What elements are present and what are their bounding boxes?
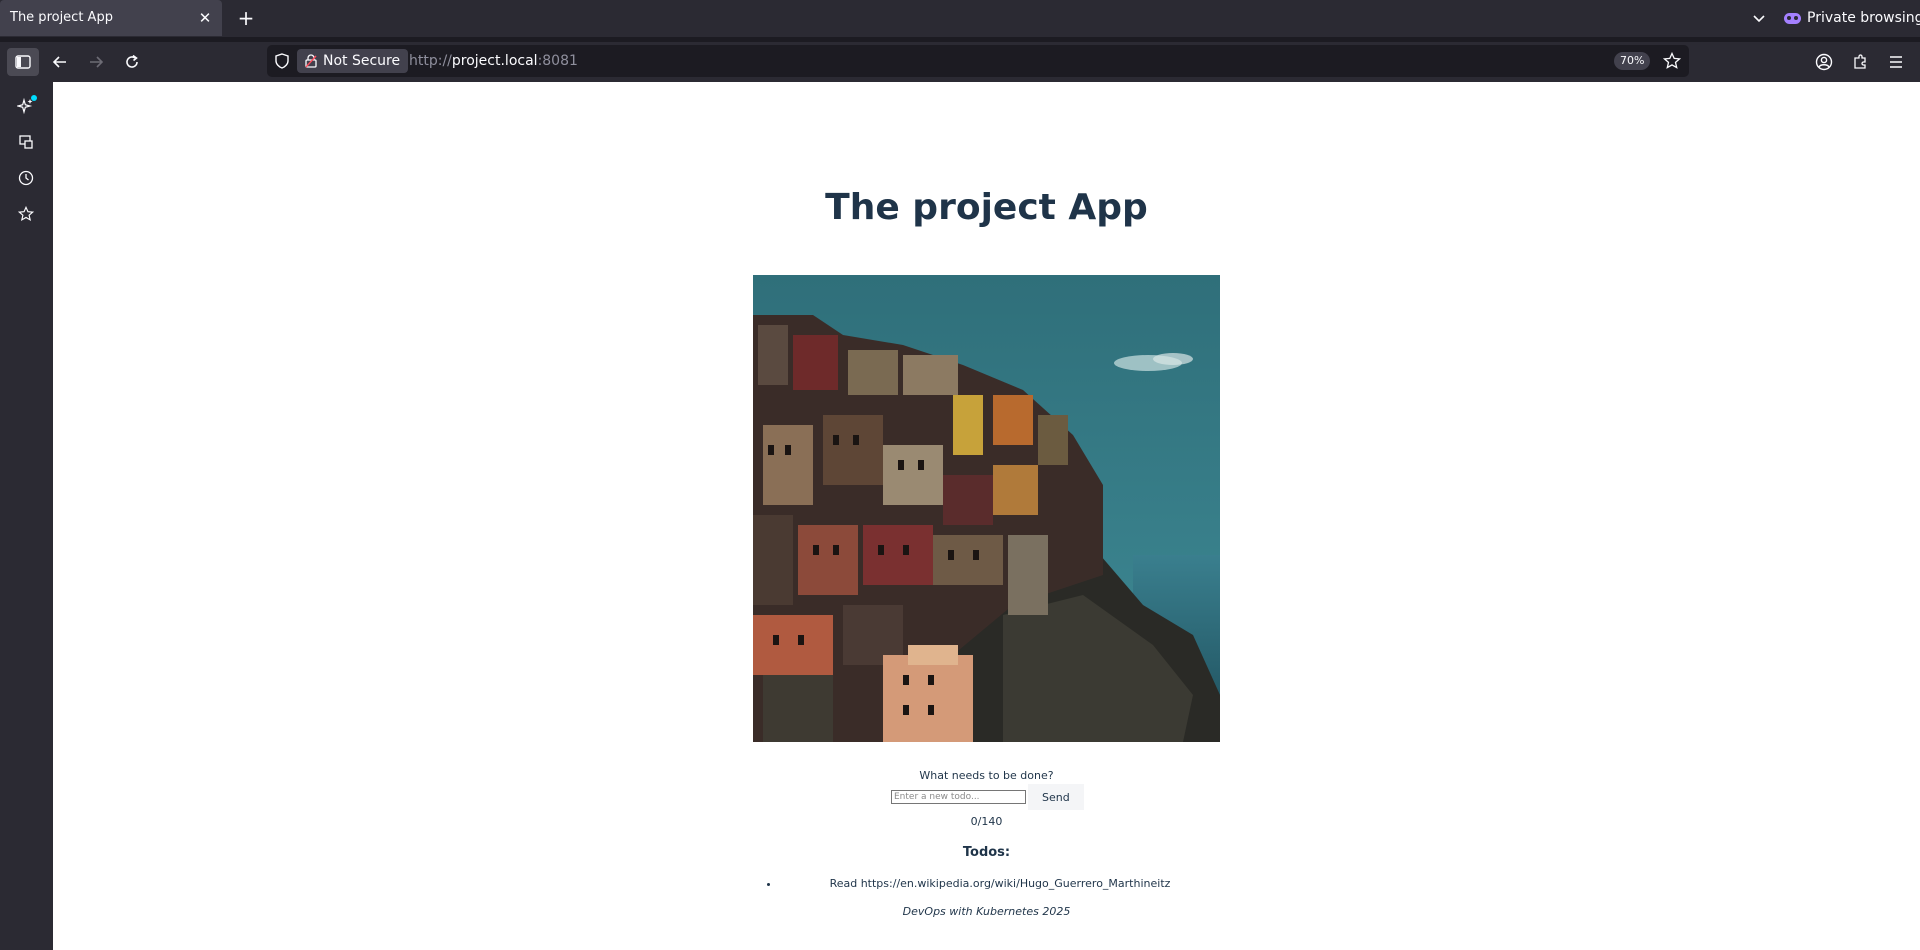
tab-title: The project App [10, 10, 113, 25]
address-bar[interactable]: Not Secure http://project.local:8081 70% [267, 45, 1689, 77]
arrow-left-icon [52, 56, 66, 68]
not-secure-badge[interactable]: Not Secure [297, 49, 409, 73]
url-host: project.local [451, 53, 538, 69]
reload-icon [126, 54, 138, 68]
chevron-down-icon [1753, 15, 1765, 23]
web-page: The project App What needs to be done? E… [53, 82, 1920, 950]
character-counter: 0/140 [970, 815, 1003, 828]
extensions-button[interactable] [1844, 48, 1876, 76]
todo-form: Send [891, 784, 1084, 810]
private-browsing-indicator: Private browsing [1784, 7, 1920, 29]
todo-list: Read https://en.wikipedia.org/wiki/Hugo_… [753, 877, 1220, 890]
back-button[interactable] [44, 48, 76, 76]
page-title: The project App [825, 187, 1148, 228]
close-icon[interactable]: ✕ [196, 9, 214, 27]
sidebar-bookmarks-button[interactable] [14, 202, 38, 226]
navigation-toolbar: Not Secure http://project.local:8081 70% [0, 42, 1920, 82]
arrow-right-icon [90, 56, 104, 68]
new-tab-button[interactable]: + [234, 6, 258, 30]
notification-dot [31, 95, 37, 101]
url-text[interactable]: http://project.local:8081 [409, 53, 578, 69]
shield-icon[interactable] [275, 53, 289, 69]
reload-button[interactable] [116, 48, 148, 76]
sidebar-icon [15, 55, 31, 69]
puzzle-icon [1854, 54, 1866, 69]
forward-button[interactable] [80, 48, 112, 76]
url-port: :8081 [537, 53, 578, 69]
page-footer: DevOps with Kubernetes 2025 [902, 905, 1071, 918]
star-icon [18, 206, 34, 222]
synced-tabs-icon [19, 135, 33, 149]
account-icon [1815, 53, 1833, 71]
sidebar-history-button[interactable] [14, 166, 38, 190]
todo-item: Read https://en.wikipedia.org/wiki/Hugo_… [780, 877, 1220, 890]
private-mask-icon [1784, 12, 1801, 24]
todo-input[interactable] [891, 790, 1026, 804]
hamburger-menu-icon [1890, 56, 1902, 68]
menu-button[interactable] [1880, 48, 1912, 76]
insecure-lock-icon [305, 54, 317, 68]
tab-list-button[interactable] [1748, 7, 1770, 29]
todo-prompt-label: What needs to be done? [919, 769, 1054, 782]
send-button[interactable]: Send [1028, 784, 1084, 810]
tab-the-project-app[interactable]: The project App ✕ [0, 0, 222, 36]
browser-sidebar [0, 82, 53, 950]
sidebar-synced-tabs-button[interactable] [14, 130, 38, 154]
hero-image [753, 275, 1220, 742]
account-button[interactable] [1808, 48, 1840, 76]
private-browsing-label: Private browsing [1807, 10, 1920, 26]
sidebar-toggle-button[interactable] [7, 48, 39, 76]
sidebar-ai-chatbot-button[interactable] [14, 94, 38, 118]
clock-icon [18, 170, 34, 186]
zoom-level-badge[interactable]: 70% [1614, 52, 1651, 70]
not-secure-label: Not Secure [323, 53, 401, 69]
tab-strip: The project App ✕ + Private browsing [0, 0, 1920, 37]
bookmark-star-icon[interactable] [1663, 52, 1681, 70]
url-scheme: http:// [409, 53, 452, 69]
todos-heading: Todos: [962, 845, 1011, 860]
